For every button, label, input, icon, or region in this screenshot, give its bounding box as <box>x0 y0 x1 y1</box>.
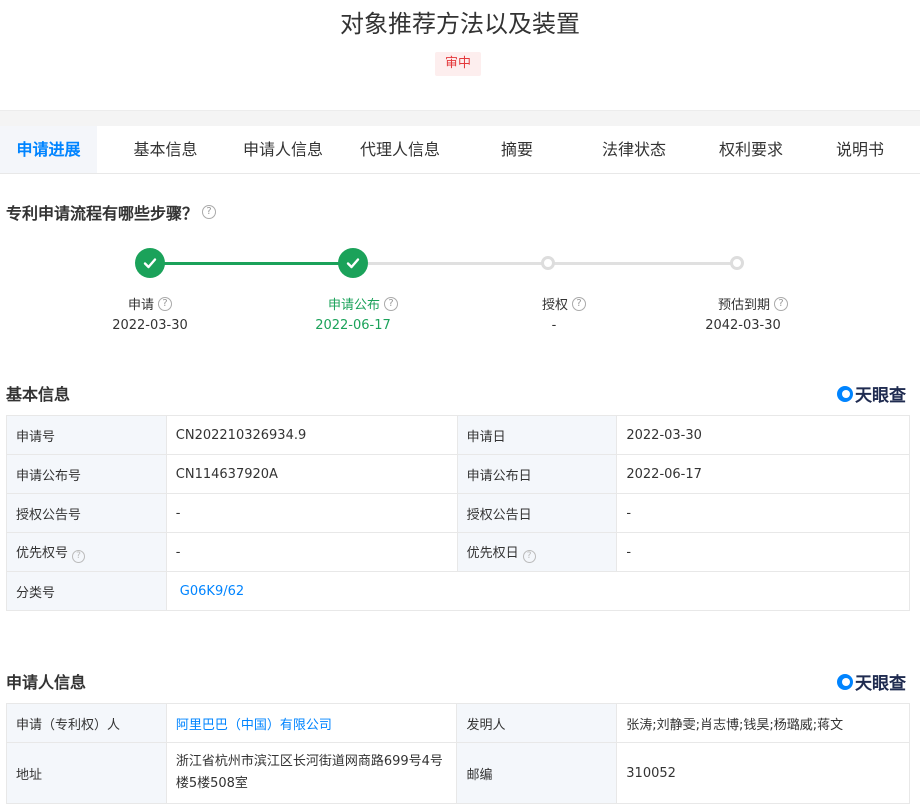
basic-info-title: 基本信息 <box>6 385 71 404</box>
help-icon[interactable]: ? <box>202 205 217 219</box>
field-value: - <box>165 493 458 533</box>
tab-agent-info[interactable]: 代理人信息 <box>332 126 468 173</box>
help-icon[interactable]: ? <box>774 296 788 311</box>
help-icon[interactable]: ? <box>72 549 86 563</box>
table-row: 优先权号? - 优先权日? - <box>6 532 910 572</box>
field-value: CN202210326934.9 <box>165 415 458 455</box>
tianyancha-logo[interactable]: 天眼查 <box>837 669 906 694</box>
logo-icon <box>837 385 853 402</box>
process-heading: 专利申请流程有哪些步骤？ ? <box>6 200 217 224</box>
tab-bar: 申请进展 基本信息 申请人信息 代理人信息 摘要 法律状态 权利要求 说明书 <box>0 126 920 174</box>
step-label-grant: 授权? <box>494 294 634 313</box>
applicant-link[interactable]: 阿里巴巴（中国）有限公司 <box>176 718 332 733</box>
field-label: 授权公告号 <box>6 493 167 533</box>
progress-steps: 申请? 2022-03-30 申请公布? 2022-06-17 授权? - 预估… <box>0 248 920 348</box>
field-label: 优先权号? <box>6 532 167 572</box>
table-row: 授权公告号 - 授权公告日 - <box>6 493 910 533</box>
field-label: 申请号 <box>6 415 167 455</box>
step-label-expiry: 预估到期? <box>683 294 823 313</box>
step-date-grant: - <box>551 318 557 333</box>
field-value: - <box>165 532 458 572</box>
field-value: - <box>616 493 910 533</box>
applicant-info-table: 申请（专利权）人 阿里巴巴（中国）有限公司 发明人 张涛;刘静雯;肖志博;钱昊;… <box>6 703 910 804</box>
check-icon <box>338 248 368 278</box>
field-value: G06K9/62 <box>165 571 911 611</box>
field-value: 阿里巴巴（中国）有限公司 <box>165 703 458 743</box>
tianyancha-logo[interactable]: 天眼查 <box>837 381 906 406</box>
tab-claims[interactable]: 权利要求 <box>702 126 800 173</box>
field-label: 分类号 <box>6 571 167 611</box>
field-label: 发明人 <box>456 703 618 743</box>
field-label: 地址 <box>6 742 167 804</box>
field-value: - <box>616 532 910 572</box>
table-row: 申请公布号 CN114637920A 申请公布日 2022-06-17 <box>6 454 910 494</box>
table-row: 申请（专利权）人 阿里巴巴（中国）有限公司 发明人 张涛;刘静雯;肖志博;钱昊;… <box>6 703 910 743</box>
field-value: 2022-06-17 <box>616 454 910 494</box>
table-row: 地址 浙江省杭州市滨江区长河街道网商路699号4号楼5楼508室 邮编 3100… <box>6 742 910 804</box>
tab-applicant-info[interactable]: 申请人信息 <box>234 126 332 173</box>
help-icon[interactable]: ? <box>572 296 586 311</box>
step-label-apply: 申请? <box>80 294 220 313</box>
field-label: 申请公布号 <box>6 454 167 494</box>
step-date-expiry: 2042-03-30 <box>705 318 781 333</box>
step-date-apply: 2022-03-30 <box>112 318 188 333</box>
logo-icon <box>837 673 853 690</box>
page-title: 对象推荐方法以及装置 <box>340 10 580 38</box>
pending-step-dot <box>730 256 744 270</box>
progress-line-done <box>150 262 352 265</box>
field-label: 申请公布日 <box>456 454 618 494</box>
pending-step-dot <box>541 256 555 270</box>
field-value: 张涛;刘静雯;肖志博;钱昊;杨璐威;蒋文 <box>616 703 910 743</box>
process-title: 专利申请流程有哪些步骤？ <box>6 204 199 223</box>
divider-band <box>0 110 920 126</box>
tab-specification[interactable]: 说明书 <box>800 126 920 173</box>
field-label: 申请（专利权）人 <box>6 703 167 743</box>
tab-application-progress[interactable]: 申请进展 <box>0 126 97 173</box>
help-icon[interactable]: ? <box>158 296 172 311</box>
field-value: CN114637920A <box>165 454 458 494</box>
field-value: 浙江省杭州市滨江区长河街道网商路699号4号楼5楼508室 <box>165 742 458 804</box>
check-icon <box>135 248 165 278</box>
table-row: 申请号 CN202210326934.9 申请日 2022-03-30 <box>6 415 910 455</box>
tab-abstract[interactable]: 摘要 <box>468 126 566 173</box>
classification-link[interactable]: G06K9/62 <box>180 584 244 599</box>
help-icon[interactable]: ? <box>522 549 536 563</box>
field-label: 申请日 <box>456 415 618 455</box>
help-icon[interactable]: ? <box>384 296 398 311</box>
tab-legal-status[interactable]: 法律状态 <box>566 126 702 173</box>
field-label: 邮编 <box>456 742 618 804</box>
field-value: 310052 <box>616 742 910 804</box>
status-badge: 审中 <box>435 52 481 76</box>
step-date-publish: 2022-06-17 <box>315 318 391 333</box>
tab-basic-info[interactable]: 基本信息 <box>97 126 234 173</box>
basic-info-table: 申请号 CN202210326934.9 申请日 2022-03-30 申请公布… <box>6 415 911 611</box>
field-label: 优先权日? <box>456 532 618 572</box>
table-row: 分类号 G06K9/62 <box>6 571 911 611</box>
field-label: 授权公告日 <box>456 493 618 533</box>
step-label-publish: 申请公布? <box>293 294 433 313</box>
applicant-info-title: 申请人信息 <box>6 673 87 692</box>
field-value: 2022-03-30 <box>616 415 910 455</box>
